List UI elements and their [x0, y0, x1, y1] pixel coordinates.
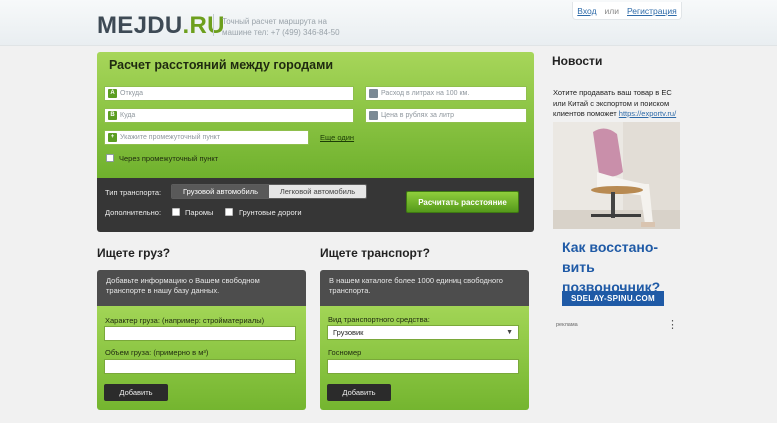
cargo-panel: Добавьте информацию о Вашем свободном тр…	[97, 270, 306, 410]
waypoint-icon: +	[108, 133, 117, 142]
dirt-roads-checkbox[interactable]	[225, 208, 233, 216]
to-placeholder: Куда	[120, 112, 136, 119]
point-b-icon: B	[108, 111, 117, 120]
vehicle-type-label: Вид транспортного средства:	[328, 315, 430, 324]
calculator-form: Расчет расстояний между городами A Откуд…	[97, 52, 534, 178]
distance-calculator: Расчет расстояний между городами A Откуд…	[97, 52, 534, 232]
via-checkbox-label: Через промежуточный пункт	[119, 154, 219, 163]
via-placeholder: Укажите промежуточный пункт	[120, 134, 221, 141]
from-input[interactable]: A Откуда	[104, 86, 354, 101]
chevron-down-icon: ▼	[506, 329, 513, 336]
cargo-volume-input[interactable]	[104, 359, 296, 374]
truck-option[interactable]: Грузовой автомобиль	[172, 185, 269, 198]
dirt-roads-label: Грунтовые дороги	[239, 208, 302, 217]
fuel-placeholder: Расход в литрах на 100 км.	[381, 90, 470, 97]
logo-divider	[213, 14, 214, 36]
fuel-consumption-input[interactable]: Расход в литрах на 100 км.	[365, 86, 527, 101]
ad-label: реклама	[556, 322, 578, 328]
vehicle-type-value: Грузовик	[333, 328, 364, 337]
plate-input[interactable]	[327, 359, 519, 374]
transport-form: Вид транспортного средства: Грузовик ▼ Г…	[320, 306, 529, 410]
cargo-type-input[interactable]	[104, 326, 296, 341]
add-waypoint-link[interactable]: Еще один	[320, 133, 354, 142]
point-a-icon: A	[108, 89, 117, 98]
extra-options-label: Дополнительно:	[105, 208, 162, 217]
calculate-button[interactable]: Расчитать расстояние	[406, 191, 519, 213]
cargo-type-label: Характер груза: (например: стройматериал…	[105, 316, 265, 325]
ad-photo-illustration	[553, 122, 680, 229]
header: MEJDU.RU Точный расчет маршрута на машин…	[0, 0, 777, 46]
transport-section-title: Ищете транспорт?	[320, 246, 430, 260]
ferries-label: Паромы	[185, 208, 214, 217]
transport-type-label: Тип транспорта:	[105, 188, 162, 197]
from-placeholder: Откуда	[120, 90, 144, 97]
news-item: Хотите продавать ваш товар в ЕС или Кита…	[553, 88, 681, 120]
auth-or: или	[604, 5, 619, 16]
cargo-volume-label: Объем груза: (примерно в м³)	[105, 348, 209, 357]
auth-box: Вход или Регистрация	[572, 2, 682, 20]
via-input[interactable]: + Укажите промежуточный пункт	[104, 130, 309, 145]
transport-info: В нашем каталоге более 1000 единиц свобо…	[320, 270, 529, 306]
logo-text-main: MEJDU	[97, 12, 183, 39]
plate-label: Госномер	[328, 348, 362, 357]
transport-panel: В нашем каталоге более 1000 единиц свобо…	[320, 270, 529, 410]
vehicle-type-select[interactable]: Грузовик ▼	[327, 325, 519, 340]
logo-text-domain: .RU	[182, 12, 225, 39]
cargo-info: Добавьте информацию о Вашем свободном тр…	[97, 270, 306, 306]
cargo-section-title: Ищете груз?	[97, 246, 171, 260]
ad-image[interactable]	[553, 122, 680, 229]
more-options-icon[interactable]: ⋮	[667, 320, 678, 331]
news-link[interactable]: https://exportv.ru/	[619, 109, 676, 118]
transport-type-toggle: Грузовой автомобиль Легковой автомобиль	[171, 184, 367, 199]
calculator-options: Тип транспорта: Грузовой автомобиль Легк…	[97, 178, 534, 232]
fuel-icon	[369, 89, 378, 98]
site-logo[interactable]: MEJDU.RU	[97, 12, 225, 40]
price-icon	[369, 111, 378, 120]
calculator-title: Расчет расстояний между городами	[109, 58, 334, 72]
site-tagline: Точный расчет маршрута на машине тел: +7…	[222, 17, 340, 37]
transport-add-button[interactable]: Добавить	[327, 384, 391, 401]
news-title: Новости	[552, 54, 603, 68]
to-input[interactable]: B Куда	[104, 108, 354, 123]
ferries-checkbox[interactable]	[172, 208, 180, 216]
login-link[interactable]: Вход	[577, 6, 596, 16]
car-option[interactable]: Легковой автомобиль	[269, 185, 366, 198]
register-link[interactable]: Регистрация	[627, 6, 677, 16]
cargo-form: Характер груза: (например: стройматериал…	[97, 306, 306, 410]
ad-headline[interactable]: Как восстано- вить позвоночник?	[562, 237, 680, 297]
cargo-add-button[interactable]: Добавить	[104, 384, 168, 401]
via-checkbox[interactable]	[106, 154, 114, 162]
ad-url-button[interactable]: SDELAY-SPINU.COM	[562, 291, 664, 306]
fuel-price-input[interactable]: Цена в рублях за литр	[365, 108, 527, 123]
price-placeholder: Цена в рублях за литр	[381, 112, 454, 119]
